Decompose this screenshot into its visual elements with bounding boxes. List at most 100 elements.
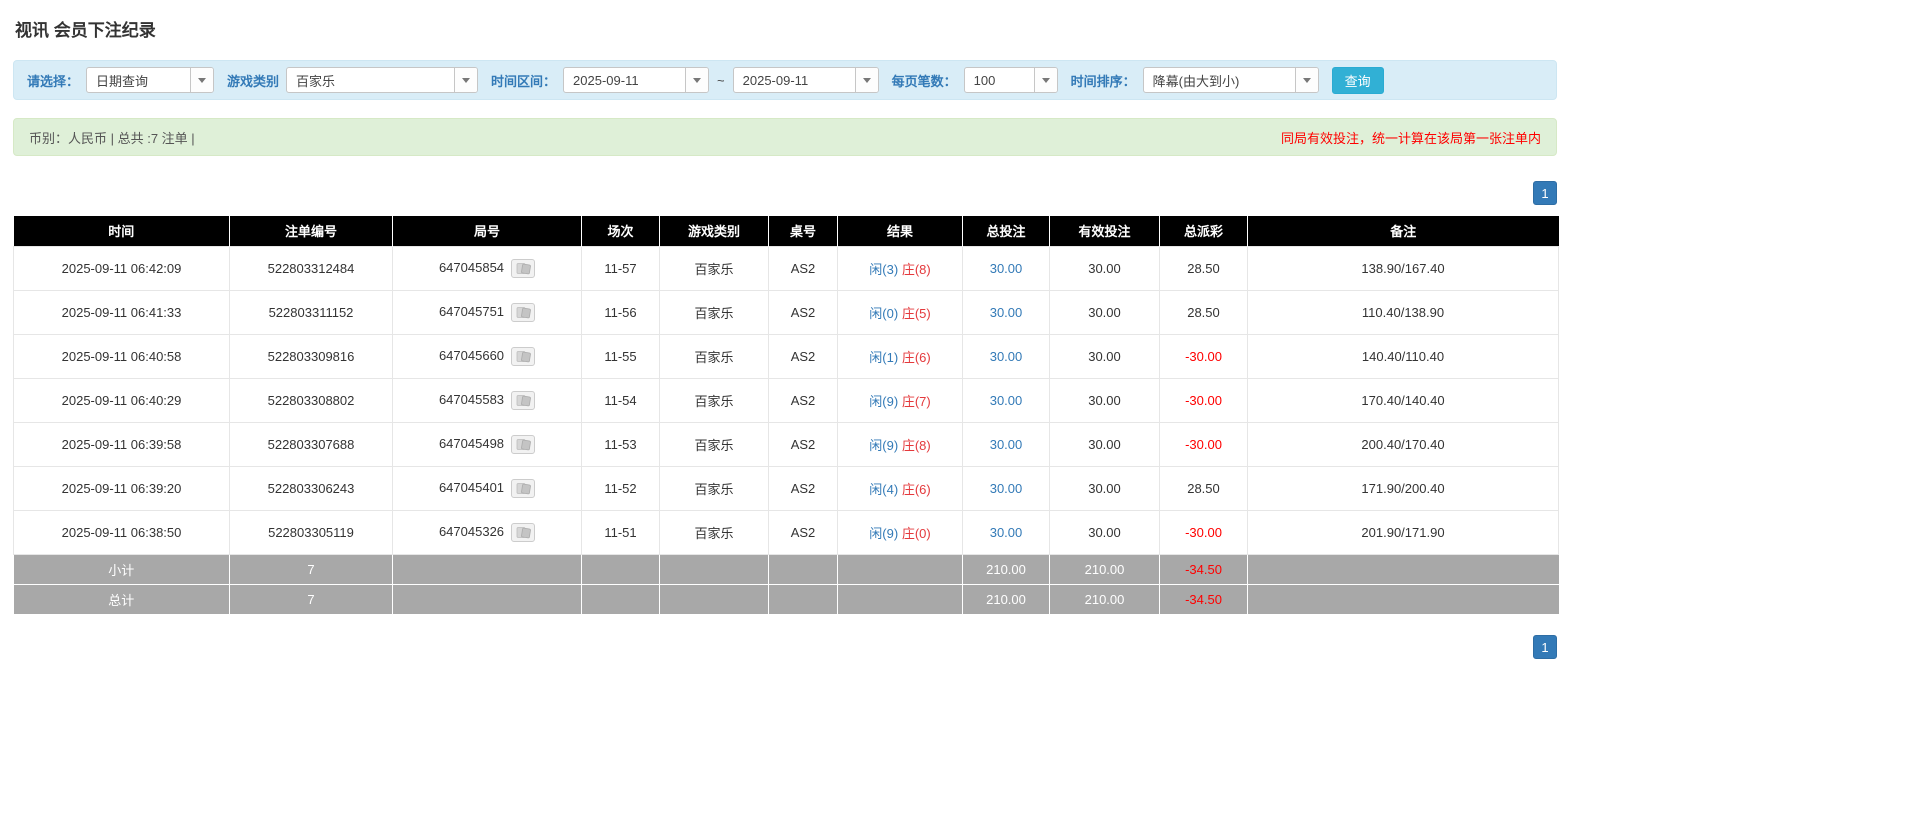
round-cards-icon[interactable] [511,258,536,278]
result-banker: 庄(0) [901,525,931,541]
total-bet-link[interactable]: 30.00 [990,393,1023,408]
cell-result: 闲(9) 庄(8) [837,421,963,467]
date-range-label: 时间区间： [491,73,557,89]
cell-valid-bet: 30.00 [1049,333,1160,379]
round-cards-icon[interactable] [511,302,536,322]
empty-cell [768,553,838,584]
header-table-no: 桌号 [768,216,838,246]
chevron-down-icon[interactable] [190,68,214,92]
cell-game-type: 百家乐 [659,465,769,511]
round-id-text: 647045498 [438,435,505,451]
header-time: 时间 [13,216,230,246]
pagination-bottom: 1 [13,635,1557,659]
cell-time: 2025-09-11 06:40:29 [13,377,230,423]
chevron-down-icon[interactable] [685,68,709,92]
game-type-value: 百家乐 [296,73,336,89]
cell-table-no: AS2 [768,465,838,511]
total-valid-bet: 210.00 [1049,583,1160,614]
result-banker: 庄(5) [901,305,931,321]
game-type-select[interactable]: 百家乐 [286,67,479,93]
round-cards-icon[interactable] [511,478,536,498]
cell-valid-bet: 30.00 [1049,289,1160,335]
cell-round-id: 647045583 [392,377,582,423]
cell-remark: 138.90/167.40 [1247,245,1559,291]
round-id-text: 647045326 [438,523,505,539]
cell-result: 闲(9) 庄(0) [837,509,963,555]
summary-bar: 币别：人民币 | 总共 :7 注单 | 同局有效投注，统一计算在该局第一张注单内 [13,118,1557,156]
chevron-down-icon[interactable] [454,68,478,92]
result-player: 闲(4) [869,481,899,497]
time-sort-select[interactable]: 降幕(由大到小) [1142,67,1319,93]
result-player: 闲(9) [869,393,899,409]
cell-payout: -30.00 [1159,509,1248,555]
cell-result: 闲(3) 庄(8) [837,245,963,291]
empty-cell [837,583,963,614]
empty-cell [768,583,838,614]
table-row: 2025-09-11 06:41:33 522803311152 647045751… [13,289,1559,335]
total-bet-link[interactable]: 30.00 [990,437,1023,452]
search-button[interactable]: 查询 [1331,66,1384,94]
cell-total-bet: 30.00 [962,289,1050,335]
total-bet-link[interactable]: 30.00 [990,261,1023,276]
empty-cell [581,553,660,584]
cell-result: 闲(4) 庄(6) [837,465,963,511]
query-type-select[interactable]: 日期查询 [86,67,215,93]
chevron-down-icon[interactable] [854,68,878,92]
result-player: 闲(0) [869,305,899,321]
total-label: 总计 [13,583,230,614]
total-bet-link[interactable]: 30.00 [990,349,1023,364]
cell-valid-bet: 30.00 [1049,421,1160,467]
cell-valid-bet: 30.00 [1049,245,1160,291]
chevron-down-icon[interactable] [1033,68,1057,92]
cell-payout: 28.50 [1159,245,1248,291]
cell-remark: 171.90/200.40 [1247,465,1559,511]
page-size-value: 100 [973,72,996,88]
round-id-text: 647045583 [438,391,505,407]
table-row: 2025-09-11 06:39:58 522803307688 647045498… [13,421,1559,467]
chevron-down-icon[interactable] [1294,68,1318,92]
total-bet-link[interactable]: 30.00 [990,305,1023,320]
empty-cell [392,583,582,614]
cell-time: 2025-09-11 06:38:50 [13,509,230,555]
currency-total-text: 币别：人民币 | 总共 :7 注单 | [29,130,195,146]
table-row: 2025-09-11 06:42:09 522803312484 647045854… [13,245,1559,291]
cell-bet-id: 522803311152 [229,289,393,335]
cell-payout: 28.50 [1159,289,1248,335]
empty-cell [659,553,769,584]
cell-table-no: AS2 [768,333,838,379]
cell-table-no: AS2 [768,421,838,467]
page: 视讯 会员下注纪录 请选择： 日期查询 游戏类别 百家乐 时间区间： 2025-… [0,0,1919,820]
total-bet-link[interactable]: 30.00 [990,481,1023,496]
date-to-select[interactable]: 2025-09-11 [732,67,879,93]
subtotal-row: 小计 7 210.00 210.00 -34.50 [13,553,1559,584]
result-banker: 庄(8) [901,261,931,277]
page-number-button[interactable]: 1 [1533,181,1557,205]
total-bet-link[interactable]: 30.00 [990,525,1023,540]
date-to-value: 2025-09-11 [742,72,809,88]
content-container: 视讯 会员下注纪录 请选择： 日期查询 游戏类别 百家乐 时间区间： 2025-… [13,16,1559,659]
page-size-select[interactable]: 100 [963,67,1058,93]
round-cards-icon[interactable] [511,522,536,542]
date-from-select[interactable]: 2025-09-11 [563,67,710,93]
page-size-label: 每页笔数： [891,73,957,89]
cell-total-bet: 30.00 [962,509,1050,555]
empty-cell [659,583,769,614]
payout-value: -30.00 [1185,392,1222,408]
game-type-label: 游戏类别 [227,73,280,89]
round-cards-icon[interactable] [511,434,536,454]
payout-value: 28.50 [1187,304,1220,320]
cell-table-no: AS2 [768,289,838,335]
subtotal-total-bet: 210.00 [962,553,1050,584]
cell-result: 闲(0) 庄(5) [837,289,963,335]
header-game-type: 游戏类别 [659,216,769,246]
payout-value: 28.50 [1187,480,1220,496]
cell-table-no: AS2 [768,509,838,555]
page-number-button[interactable]: 1 [1533,635,1557,659]
cell-round-id: 647045498 [392,421,582,467]
header-total-bet: 总投注 [962,216,1050,246]
cell-remark: 140.40/110.40 [1247,333,1559,379]
round-cards-icon[interactable] [511,390,536,410]
cell-result: 闲(1) 庄(6) [837,333,963,379]
round-cards-icon[interactable] [511,346,536,366]
cell-remark: 201.90/171.90 [1247,509,1559,555]
